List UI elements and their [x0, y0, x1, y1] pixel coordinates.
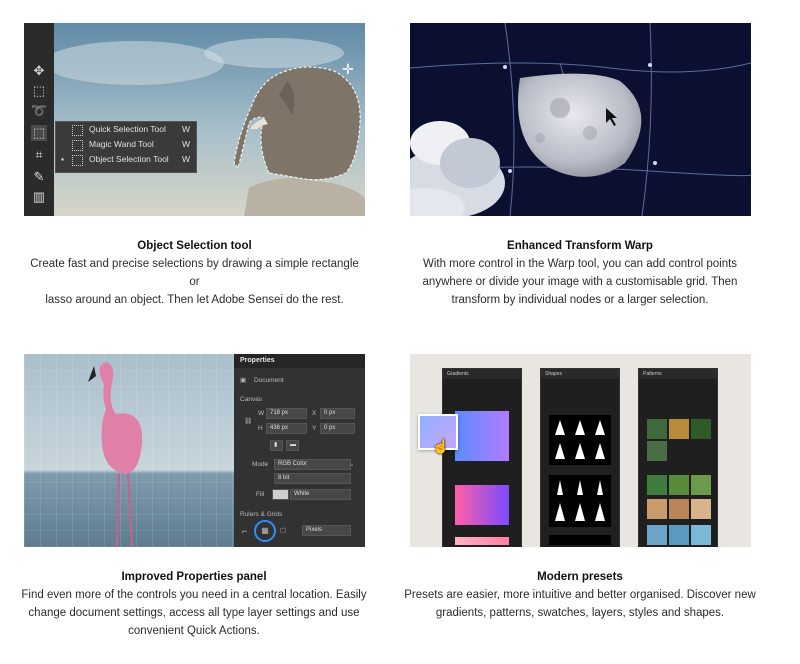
- selection-tools-flyout: Quick Selection Tool W Magic Wand Tool W…: [55, 121, 197, 173]
- feature-description-line: transform by individual nodes or a large…: [451, 294, 709, 306]
- flamingo-scene: [24, 354, 234, 547]
- tool-bar: ✥ ⬚ ➰ ⬚ ⌗ ✎ ▥: [24, 23, 54, 216]
- feature-caption-modern-presets: Modern presets Presets are easier, more …: [400, 568, 760, 622]
- feature-description-line: anywhere or divide your image with a cus…: [422, 276, 738, 288]
- flyout-item-label: Magic Wand Tool: [89, 139, 154, 149]
- pattern-swatches: [647, 419, 711, 545]
- document-label: Document: [254, 377, 284, 384]
- feature-description-line: lasso around an object. Then let Adobe S…: [45, 294, 344, 306]
- guides-toggle-icon[interactable]: ▢: [280, 526, 286, 534]
- x-field[interactable]: 0 px: [320, 408, 355, 419]
- marquee-tool-icon[interactable]: ⬚: [31, 83, 47, 99]
- object-selection-image: ✥ ⬚ ➰ ⬚ ⌗ ✎ ▥ Quick Selection Tool W Mag…: [24, 23, 365, 216]
- mode-label: Mode: [252, 461, 269, 468]
- units-select[interactable]: Pixels: [302, 525, 351, 536]
- object-selection-icon: [72, 155, 83, 166]
- lasso-tool-icon[interactable]: ➰: [31, 103, 47, 119]
- move-tool-icon[interactable]: ✥: [31, 63, 47, 79]
- rulers-grids-label: Rulers & Grids: [240, 511, 283, 518]
- grid-toggle-icon[interactable]: ▦: [254, 520, 276, 542]
- shapes-panel: Shapes: [540, 368, 620, 547]
- feature-description-line: convenient Quick Actions.: [128, 625, 260, 637]
- sky-elephant-scene: [24, 23, 365, 216]
- selected-bullet-icon: ▪: [61, 154, 65, 164]
- flyout-item-quick-selection[interactable]: Quick Selection Tool W: [56, 122, 196, 137]
- feature-description-line: change document settings, access all typ…: [28, 607, 360, 619]
- feature-description-line: gradients, patterns, swatches, layers, s…: [435, 607, 725, 619]
- transform-warp-image: [410, 23, 751, 216]
- brush-tool-icon[interactable]: ▥: [31, 189, 47, 205]
- height-field[interactable]: 436 px: [266, 423, 307, 434]
- feature-caption-transform-warp: Enhanced Transform Warp With more contro…: [400, 237, 760, 309]
- link-dimensions-icon[interactable]: ⛓: [244, 417, 252, 425]
- mode-select[interactable]: RGB Color: [274, 459, 351, 470]
- object-selection-tool-icon[interactable]: ⬚: [31, 125, 47, 141]
- crosshair-cursor-icon: ✛: [342, 61, 354, 77]
- flyout-item-label: Object Selection Tool: [89, 154, 169, 164]
- feature-description-line: Create fast and precise selections by dr…: [30, 258, 359, 288]
- canvas-label: Canvas: [240, 396, 263, 403]
- gradients-panel: Gradients: [442, 368, 522, 547]
- feature-title: Modern presets: [537, 571, 623, 583]
- gradient-swatches: [455, 411, 509, 545]
- fill-label: Fill: [256, 491, 265, 498]
- height-label: H: [258, 425, 263, 432]
- feature-caption-object-selection: Object Selection tool Create fast and pr…: [24, 237, 365, 309]
- eyedropper-tool-icon[interactable]: ✎: [31, 169, 47, 185]
- flyout-item-shortcut: W: [181, 139, 190, 149]
- bit-depth-select[interactable]: 8 bit: [274, 473, 351, 484]
- y-label: Y: [312, 425, 317, 432]
- properties-panel: Properties ▣ Document Canvas W 718 px X …: [234, 354, 365, 547]
- properties-panel-image: Properties ▣ Document Canvas W 718 px X …: [24, 354, 365, 547]
- hand-cursor-icon: ☝: [432, 438, 450, 454]
- patterns-panel-header: Patterns: [639, 369, 717, 379]
- feature-description-line: With more control in the Warp tool, you …: [422, 258, 738, 270]
- flyout-item-shortcut: W: [181, 154, 190, 164]
- feature-description-line: Presets are easier, more intuitive and b…: [404, 589, 756, 601]
- flyout-item-shortcut: W: [181, 124, 190, 134]
- feature-title: Enhanced Transform Warp: [507, 240, 653, 252]
- feature-title: Improved Properties panel: [121, 571, 267, 583]
- flyout-item-object-selection[interactable]: ▪ Object Selection Tool W: [56, 152, 196, 167]
- modern-presets-image: Gradients Shapes Patterns ☝: [410, 354, 751, 547]
- landscape-orientation-button[interactable]: ▬: [286, 440, 299, 451]
- portrait-orientation-button[interactable]: ▮: [270, 440, 283, 451]
- document-icon: ▣: [240, 377, 247, 384]
- moon-warp-scene: [410, 23, 751, 216]
- ruler-toggle-icon[interactable]: ⌐: [242, 526, 247, 536]
- magic-wand-icon: [72, 140, 83, 151]
- patterns-panel: Patterns: [638, 368, 718, 547]
- crop-tool-icon[interactable]: ⌗: [31, 147, 47, 163]
- fill-select[interactable]: White: [290, 489, 351, 500]
- width-field[interactable]: 718 px: [266, 408, 307, 419]
- shapes-panel-header: Shapes: [541, 369, 619, 379]
- fill-swatch[interactable]: [272, 489, 289, 500]
- flyout-item-label: Quick Selection Tool: [89, 124, 166, 134]
- shape-swatches: [549, 415, 611, 545]
- width-label: W: [258, 410, 265, 417]
- gradients-panel-header: Gradients: [443, 369, 521, 379]
- properties-panel-header: Properties: [234, 354, 365, 368]
- quick-selection-icon: [72, 125, 83, 136]
- feature-description-line: Find even more of the controls you need …: [21, 589, 367, 601]
- feature-caption-properties-panel: Improved Properties panel Find even more…: [14, 568, 374, 640]
- y-field[interactable]: 0 px: [320, 423, 355, 434]
- chevron-down-icon: ⌄: [349, 461, 355, 468]
- feature-title: Object Selection tool: [137, 240, 252, 252]
- x-label: X: [312, 410, 317, 417]
- flyout-item-magic-wand[interactable]: Magic Wand Tool W: [56, 137, 196, 152]
